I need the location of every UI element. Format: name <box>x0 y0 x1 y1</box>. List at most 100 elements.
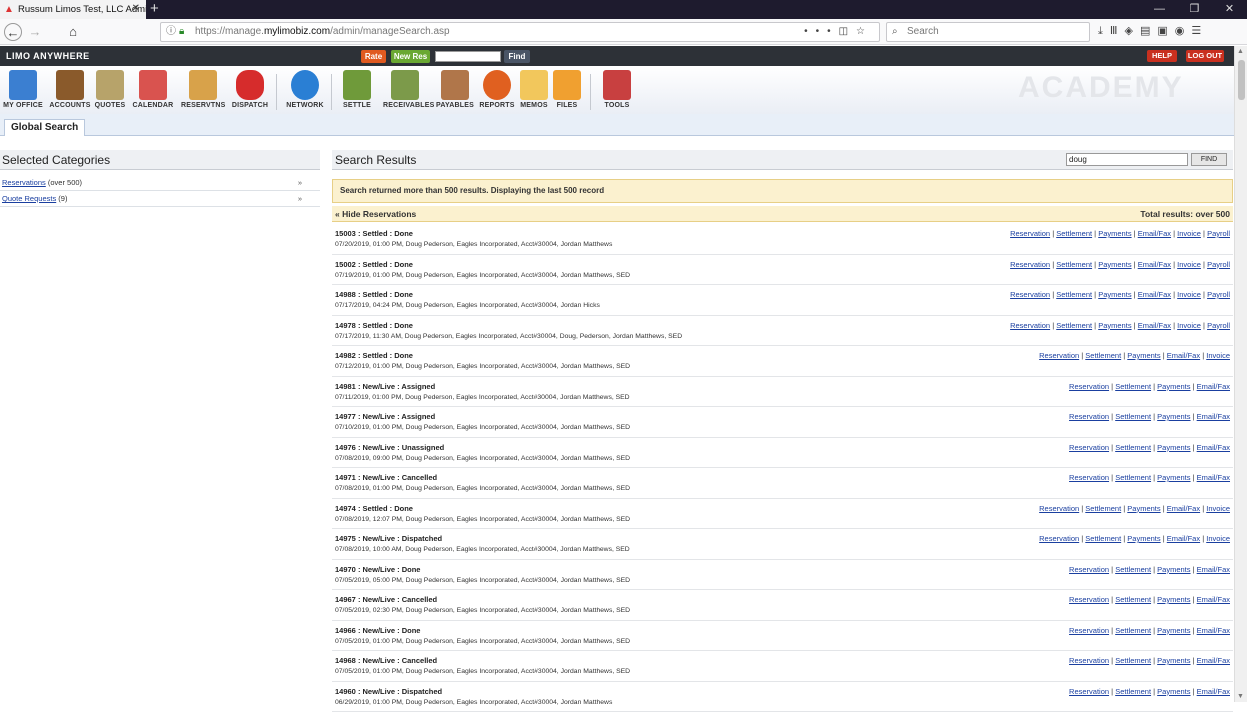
settlement-link[interactable]: Settlement <box>1115 473 1151 482</box>
settlement-link[interactable]: Settlement <box>1115 687 1151 696</box>
email-fax-link[interactable]: Email/Fax <box>1167 534 1200 543</box>
payments-link[interactable]: Payments <box>1127 351 1160 360</box>
scrollbar-thumb[interactable] <box>1238 60 1245 100</box>
settlement-link[interactable]: Settlement <box>1115 382 1151 391</box>
payments-link[interactable]: Payments <box>1157 412 1190 421</box>
email-fax-link[interactable]: Email/Fax <box>1197 443 1230 452</box>
new-tab-icon[interactable]: + <box>150 0 159 19</box>
settlement-link[interactable]: Settlement <box>1056 260 1092 269</box>
browser-search-input[interactable]: ⌕ Search <box>886 22 1090 42</box>
settlement-link[interactable]: Settlement <box>1085 351 1121 360</box>
payroll-link[interactable]: Payroll <box>1207 260 1230 269</box>
invoice-link[interactable]: Invoice <box>1206 504 1230 513</box>
settlement-link[interactable]: Settlement <box>1085 534 1121 543</box>
email-fax-link[interactable]: Email/Fax <box>1138 260 1171 269</box>
payments-link[interactable]: Payments <box>1157 443 1190 452</box>
email-fax-link[interactable]: Email/Fax <box>1197 565 1230 574</box>
toolbar-accounts[interactable]: ACCOUNTS <box>48 70 92 114</box>
toolbar-reservations[interactable]: RESERVTNS <box>181 70 225 114</box>
logout-button[interactable]: LOG OUT <box>1186 50 1224 62</box>
email-fax-link[interactable]: Email/Fax <box>1197 595 1230 604</box>
forward-icon[interactable]: → <box>26 23 44 41</box>
quick-find-button[interactable]: Find <box>504 50 530 63</box>
category-link[interactable]: Reservations <box>2 178 46 187</box>
restore-icon[interactable]: ❐ <box>1177 0 1212 19</box>
scroll-up-icon[interactable]: ▲ <box>1237 48 1244 55</box>
email-fax-link[interactable]: Email/Fax <box>1197 473 1230 482</box>
payments-link[interactable]: Payments <box>1157 626 1190 635</box>
sidebar-icon[interactable]: ▤ <box>1140 25 1157 37</box>
payments-link[interactable]: Payments <box>1157 382 1190 391</box>
reservation-link[interactable]: Reservation <box>1010 229 1050 238</box>
reservation-link[interactable]: Reservation <box>1069 382 1109 391</box>
payments-link[interactable]: Payments <box>1098 290 1131 299</box>
email-fax-link[interactable]: Email/Fax <box>1197 626 1230 635</box>
more-icon[interactable]: ••• <box>804 26 839 37</box>
extension-icon[interactable]: ▣ <box>1157 25 1174 37</box>
category-arrow[interactable]: » <box>298 192 302 206</box>
toolbar-files[interactable]: FILES <box>545 70 589 114</box>
toolbar-calendar[interactable]: CALENDAR <box>131 70 175 114</box>
payments-link[interactable]: Payments <box>1157 687 1190 696</box>
payments-link[interactable]: Payments <box>1127 534 1160 543</box>
toolbar-settle[interactable]: SETTLE <box>335 70 379 114</box>
scroll-down-icon[interactable]: ▼ <box>1237 693 1244 700</box>
invoice-link[interactable]: Invoice <box>1177 229 1201 238</box>
find-button[interactable]: FIND <box>1191 153 1227 166</box>
reservation-link[interactable]: Reservation <box>1010 321 1050 330</box>
settlement-link[interactable]: Settlement <box>1115 443 1151 452</box>
close-window-icon[interactable]: ✕ <box>1212 0 1247 19</box>
download-icon[interactable]: ⤓ <box>1098 25 1110 37</box>
shield-icon[interactable]: ◈ <box>1124 25 1139 37</box>
reservation-link[interactable]: Reservation <box>1069 656 1109 665</box>
reservation-link[interactable]: Reservation <box>1069 473 1109 482</box>
settlement-link[interactable]: Settlement <box>1115 626 1151 635</box>
toolbar-receivables[interactable]: RECEIVABLES <box>383 70 427 114</box>
invoice-link[interactable]: Invoice <box>1177 260 1201 269</box>
settlement-link[interactable]: Settlement <box>1115 412 1151 421</box>
payments-link[interactable]: Payments <box>1157 656 1190 665</box>
tab-close-icon[interactable]: ✕ <box>132 3 140 14</box>
settlement-link[interactable]: Settlement <box>1056 321 1092 330</box>
toolbar-payables[interactable]: PAYABLES <box>433 70 477 114</box>
payments-link[interactable]: Payments <box>1098 229 1131 238</box>
email-fax-link[interactable]: Email/Fax <box>1197 687 1230 696</box>
minimize-icon[interactable]: — <box>1142 0 1177 19</box>
url-bar[interactable]: ⓘ 🔒︎ https://manage.mylimobiz.com/admin/… <box>160 22 880 42</box>
category-link[interactable]: Quote Requests <box>2 194 56 203</box>
toolbar-quotes[interactable]: QUOTES <box>88 70 132 114</box>
hide-reservations-link[interactable]: « Hide Reservations <box>335 209 416 219</box>
library-icon[interactable]: Ⅲ <box>1110 25 1125 37</box>
page-scrollbar[interactable]: ▲ ▼ <box>1234 46 1247 702</box>
email-fax-link[interactable]: Email/Fax <box>1138 290 1171 299</box>
browser-tab[interactable]: ▲ Russum Limos Test, LLC Admin ✕ <box>0 0 146 19</box>
reservation-link[interactable]: Reservation <box>1010 260 1050 269</box>
email-fax-link[interactable]: Email/Fax <box>1197 382 1230 391</box>
payments-link[interactable]: Payments <box>1127 504 1160 513</box>
reservation-link[interactable]: Reservation <box>1069 595 1109 604</box>
toolbar-dispatch[interactable]: DISPATCH <box>228 70 272 114</box>
back-icon[interactable]: ← <box>4 23 22 41</box>
help-button[interactable]: HELP <box>1147 50 1177 62</box>
reservation-link[interactable]: Reservation <box>1039 534 1079 543</box>
category-quote-requests[interactable]: Quote Requests (9) » <box>0 192 320 207</box>
new-res-button[interactable]: New Res <box>391 50 430 63</box>
account-icon[interactable]: ◉ <box>1175 25 1192 37</box>
reservation-link[interactable]: Reservation <box>1069 687 1109 696</box>
category-arrow[interactable]: » <box>298 176 302 190</box>
toolbar-tools[interactable]: TOOLS <box>595 70 639 114</box>
rate-button[interactable]: Rate <box>361 50 386 63</box>
payroll-link[interactable]: Payroll <box>1207 229 1230 238</box>
payments-link[interactable]: Payments <box>1157 565 1190 574</box>
email-fax-link[interactable]: Email/Fax <box>1138 229 1171 238</box>
email-fax-link[interactable]: Email/Fax <box>1138 321 1171 330</box>
settlement-link[interactable]: Settlement <box>1115 565 1151 574</box>
reservation-link[interactable]: Reservation <box>1010 290 1050 299</box>
reservation-link[interactable]: Reservation <box>1039 504 1079 513</box>
home-icon[interactable]: ⌂ <box>64 23 82 41</box>
tab-global-search[interactable]: Global Search <box>4 119 85 136</box>
menu-icon[interactable]: ☰ <box>1191 25 1208 37</box>
invoice-link[interactable]: Invoice <box>1177 290 1201 299</box>
reservation-link[interactable]: Reservation <box>1069 626 1109 635</box>
reservation-link[interactable]: Reservation <box>1069 565 1109 574</box>
